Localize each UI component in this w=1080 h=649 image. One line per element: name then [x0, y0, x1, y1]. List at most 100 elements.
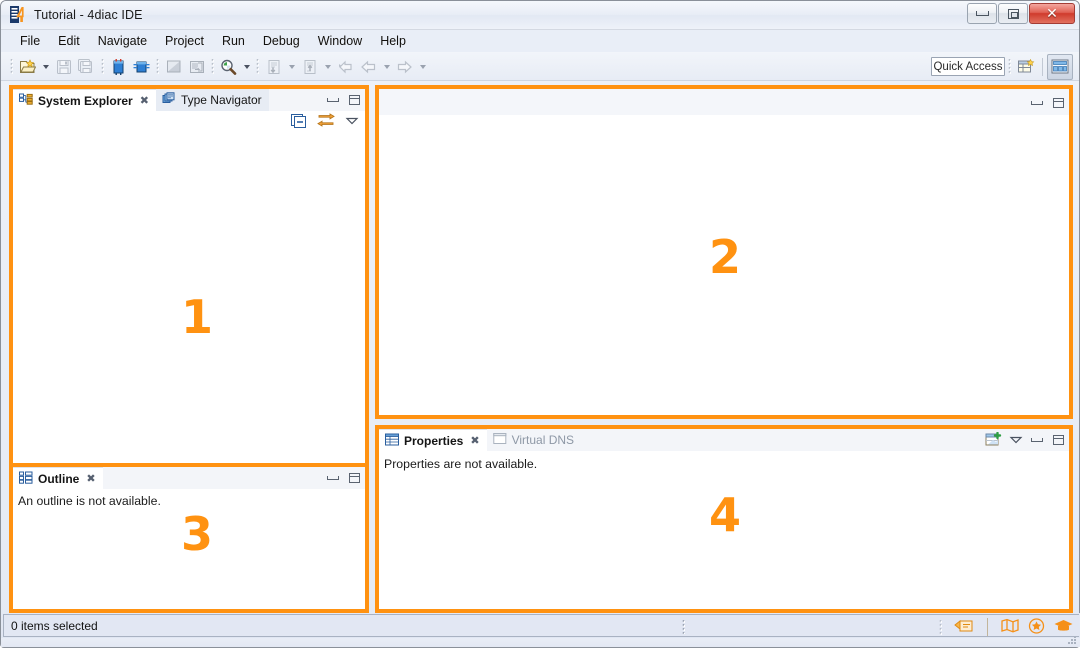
search-dropdown[interactable] — [240, 55, 253, 78]
run-dropdown[interactable] — [321, 55, 334, 78]
menu-item-file[interactable]: File — [11, 32, 49, 50]
minimize-view-button[interactable] — [1030, 433, 1044, 447]
toggle-mode-button[interactable] — [954, 618, 974, 637]
toolbar-grip-2[interactable] — [101, 58, 104, 75]
new-wizard-dropdown[interactable] — [39, 55, 52, 78]
last-edit-location-button[interactable] — [334, 55, 357, 78]
tab-label: Virtual DNS — [512, 433, 574, 447]
forward-dropdown[interactable] — [416, 55, 429, 78]
forward-button[interactable] — [393, 55, 416, 78]
menu-item-project[interactable]: Project — [156, 32, 213, 50]
chevron-down-icon — [420, 65, 426, 69]
toolbar-grip-3[interactable] — [156, 58, 159, 75]
open-perspective-button[interactable] — [1014, 55, 1038, 79]
new-application-button[interactable] — [130, 55, 153, 78]
window-controls: ✕ — [966, 3, 1075, 24]
menu-item-help[interactable]: Help — [371, 32, 415, 50]
close-icon[interactable]: ✖ — [140, 95, 149, 106]
maximize-view-icon — [1053, 435, 1064, 445]
deploy-button[interactable] — [162, 55, 185, 78]
menu-item-window[interactable]: Window — [309, 32, 371, 50]
toolbar-grip-4[interactable] — [211, 58, 214, 75]
minimize-view-button[interactable] — [326, 93, 340, 107]
link-with-editor-button[interactable] — [317, 113, 335, 131]
system-explorer-part-tools — [326, 90, 361, 110]
chevron-down-icon — [325, 65, 331, 69]
close-icon[interactable]: ✖ — [470, 435, 479, 446]
view-menu-button[interactable] — [345, 115, 359, 129]
back-dropdown[interactable] — [380, 55, 393, 78]
outline-part-tools — [326, 468, 361, 488]
rating-button[interactable] — [1028, 618, 1045, 637]
new-properties-view-button[interactable] — [985, 432, 1002, 448]
outline-panel: Outline ✖ An outline is not available. 3 — [9, 463, 369, 613]
status-icons-grip[interactable] — [939, 619, 942, 636]
perspective-bar-grip[interactable] — [1008, 58, 1011, 75]
minimize-editor-button[interactable] — [1030, 96, 1044, 110]
tab-label: System Explorer — [38, 94, 133, 108]
maximize-editor-button[interactable] — [1051, 96, 1065, 110]
chevron-down-icon — [384, 65, 390, 69]
toolbar-grip[interactable] — [10, 58, 13, 75]
quick-access-input[interactable]: Quick Access — [931, 57, 1005, 76]
close-window-button[interactable]: ✕ — [1029, 3, 1075, 24]
new-wizard-button[interactable] — [16, 55, 39, 78]
tab-label: Outline — [38, 472, 79, 486]
title-bar: Tutorial - 4diac IDE ✕ — [1, 1, 1079, 30]
maximize-view-button[interactable] — [347, 471, 361, 485]
tab-system-explorer[interactable]: System Explorer ✖ — [13, 89, 156, 111]
back-button[interactable] — [357, 55, 380, 78]
monitor-button[interactable] — [185, 55, 208, 78]
menu-item-debug[interactable]: Debug — [254, 32, 309, 50]
tab-type-navigator[interactable]: Type Navigator — [156, 89, 269, 111]
menu-item-run[interactable]: Run — [213, 32, 254, 50]
outline-icon — [19, 471, 33, 487]
minimize-window-button[interactable] — [967, 3, 997, 24]
menu-bar: File Edit Navigate Project Run Debug Win… — [1, 30, 1079, 52]
debug-button[interactable] — [262, 55, 285, 78]
properties-message: Properties are not available. — [384, 457, 537, 471]
debug-dropdown[interactable] — [285, 55, 298, 78]
save-button[interactable] — [52, 55, 75, 78]
minimize-view-icon — [327, 476, 339, 480]
status-bar-grip[interactable] — [682, 619, 685, 634]
virtual-dns-icon — [493, 432, 507, 448]
properties-tabrow: Properties ✖ Virtual DNS — [379, 429, 1069, 451]
maximize-editor-icon — [1053, 98, 1064, 108]
maximize-view-button[interactable] — [1051, 433, 1065, 447]
window-title: Tutorial - 4diac IDE — [34, 8, 143, 22]
tab-outline[interactable]: Outline ✖ — [13, 467, 103, 489]
application-window: Tutorial - 4diac IDE ✕ File Edit Navigat… — [0, 0, 1080, 648]
toolbar-left-group — [7, 52, 429, 81]
minimize-view-icon — [1031, 438, 1043, 442]
properties-panel: Properties ✖ Virtual DNS — [375, 425, 1073, 613]
new-system-button[interactable] — [107, 55, 130, 78]
minimize-icon — [976, 11, 989, 16]
outline-message: An outline is not available. — [18, 494, 161, 508]
status-bar: 0 items selected — [1, 613, 1080, 647]
system-configuration-perspective-button[interactable] — [1047, 54, 1073, 80]
workbench-area: System Explorer ✖ Type Navigat — [1, 81, 1080, 615]
close-icon[interactable]: ✖ — [86, 473, 95, 484]
run-button[interactable] — [298, 55, 321, 78]
search-button[interactable] — [217, 55, 240, 78]
type-navigator-icon — [162, 92, 176, 108]
maximize-view-button[interactable] — [347, 93, 361, 107]
minimize-editor-icon — [1031, 101, 1043, 105]
minimize-view-button[interactable] — [326, 471, 340, 485]
toolbar-grip-5[interactable] — [256, 58, 259, 75]
title-bar-left: Tutorial - 4diac IDE — [10, 6, 143, 23]
menu-item-navigate[interactable]: Navigate — [89, 32, 156, 50]
menu-item-edit[interactable]: Edit — [49, 32, 89, 50]
properties-icon — [385, 433, 399, 449]
resize-grip[interactable] — [1064, 634, 1078, 646]
maximize-window-button[interactable] — [998, 3, 1028, 24]
collapse-all-button[interactable] — [291, 113, 307, 131]
map-button[interactable] — [1001, 618, 1019, 636]
tab-virtual-dns[interactable]: Virtual DNS — [487, 429, 581, 451]
save-all-button[interactable] — [75, 55, 98, 78]
view-menu-button[interactable] — [1009, 433, 1023, 447]
properties-part: Properties ✖ Virtual DNS — [379, 429, 1069, 609]
minimize-view-icon — [327, 98, 339, 102]
tab-properties[interactable]: Properties ✖ — [379, 429, 487, 451]
